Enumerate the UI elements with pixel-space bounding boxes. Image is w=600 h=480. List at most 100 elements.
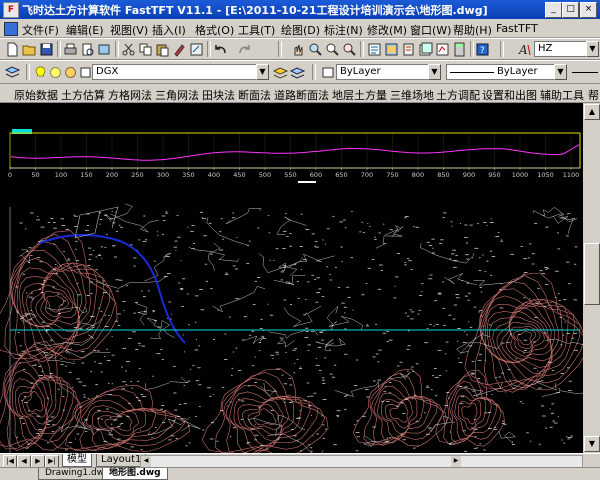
pan-icon[interactable] <box>290 41 307 58</box>
color-swatch-icon <box>320 64 337 81</box>
menu-modify[interactable]: 修改(M) <box>367 22 407 38</box>
menu-edit[interactable]: 编辑(E) <box>66 22 104 38</box>
minimize-button[interactable]: _ <box>545 2 562 18</box>
linetype-sample <box>450 72 494 73</box>
profile-tick-label: 500 <box>259 171 271 179</box>
menu-aux-tools[interactable]: 辅助工具 <box>540 87 584 103</box>
text-style-icon[interactable]: A <box>516 41 533 58</box>
drawing-canvas[interactable]: 0 50 100 150 200 250 300 350 400 450 500 550 600 650 7… <box>0 103 600 453</box>
profile-tick-label: 0 <box>8 171 12 179</box>
menu-tools[interactable]: 工具(T) <box>238 22 275 38</box>
text-style-combo[interactable]: HZ <box>534 41 588 57</box>
chevron-down-icon[interactable]: ▼ <box>586 41 599 57</box>
color-combo[interactable]: ByLayer <box>336 64 428 80</box>
sheet-set-icon[interactable] <box>417 41 434 58</box>
profile-tick-label: 900 <box>463 171 475 179</box>
menu-field-method[interactable]: 田块法 <box>202 87 235 103</box>
title-bar: F 飞时达土方计算软件 FastTFT V11.1 - [E:\2011-10-… <box>0 0 600 19</box>
menu-file[interactable]: 文件(F) <box>22 22 59 38</box>
menu-3d-site[interactable]: 三维场地 <box>390 87 434 103</box>
zoom-window-icon[interactable] <box>324 41 341 58</box>
profile-tick-label: 750 <box>386 171 398 179</box>
tool-palettes-icon[interactable] <box>400 41 417 58</box>
layer-previous-icon[interactable] <box>289 64 306 81</box>
vertical-scrollbar[interactable]: ▲ ▼ <box>583 103 600 453</box>
menu-dimension[interactable]: 标注(N) <box>324 22 363 38</box>
make-object-layer-current-icon[interactable] <box>272 64 289 81</box>
menu-settings-output[interactable]: 设置和出图 <box>482 87 537 103</box>
fasttft-menu-bar: 原始数据 土方估算 方格网法 三角网法 田块法 断面法 道路断面法 地层土方量 … <box>0 84 600 103</box>
copy-icon[interactable] <box>137 41 154 58</box>
block-editor-icon[interactable] <box>188 41 205 58</box>
menu-view[interactable]: 视图(V) <box>110 22 148 38</box>
drawing-area[interactable]: 0 50 100 150 200 250 300 350 400 450 500 550 600 650 7… <box>0 103 583 453</box>
profile-tick-label: 350 <box>182 171 194 179</box>
scroll-down-icon[interactable]: ▼ <box>584 436 600 452</box>
chevron-down-icon[interactable]: ▼ <box>428 64 441 80</box>
properties-icon[interactable] <box>366 41 383 58</box>
svg-text:?: ? <box>480 46 485 56</box>
doc-tab-dixingtu[interactable]: 地形图.dwg <box>102 468 168 480</box>
cut-icon[interactable] <box>120 41 137 58</box>
menu-format[interactable]: 格式(O) <box>195 22 234 38</box>
menu-draw[interactable]: 绘图(D) <box>281 22 320 38</box>
scroll-left-icon[interactable]: ◀ <box>141 456 151 467</box>
lineweight-sample[interactable] <box>572 72 598 73</box>
print-preview-icon[interactable] <box>79 41 96 58</box>
tab-layout1[interactable]: Layout1 <box>96 454 147 467</box>
design-center-icon[interactable] <box>383 41 400 58</box>
menu-road-section-method[interactable]: 道路断面法 <box>274 87 329 103</box>
menu-window[interactable]: 窗口(W) <box>410 22 451 38</box>
menu-section-method[interactable]: 断面法 <box>238 87 271 103</box>
profile-tick-label: 300 <box>157 171 169 179</box>
profile-tick-label: 850 <box>437 171 449 179</box>
scroll-thumb[interactable] <box>584 243 600 305</box>
menu-help[interactable]: 帮助(H) <box>453 22 492 38</box>
layer-manager-icon[interactable] <box>4 64 21 81</box>
menu-earthwork-allocation[interactable]: 土方调配 <box>436 87 480 103</box>
save-icon[interactable] <box>38 41 55 58</box>
menu-earthwork-estimate[interactable]: 土方估算 <box>61 87 105 103</box>
scroll-right-icon[interactable]: ▶ <box>451 456 461 467</box>
menu-bar: 文件(F) 编辑(E) 视图(V) 插入(I) 格式(O) 工具(T) 绘图(D… <box>0 20 600 38</box>
print-icon[interactable] <box>62 41 79 58</box>
profile-axis-labels: 0 50 100 150 200 250 300 350 400 450 500 550 600 650 7… <box>8 168 579 179</box>
profile-tick-label: 100 <box>55 171 67 179</box>
profile-tick-label: 400 <box>208 171 220 179</box>
profile-tick-label: 1100 <box>563 171 580 179</box>
open-file-icon[interactable] <box>21 41 38 58</box>
menu-stratum-volume[interactable]: 地层土方量 <box>332 87 387 103</box>
menu-fasttft[interactable]: FastTFT <box>496 22 538 35</box>
menu-triangle-method[interactable]: 三角网法 <box>155 87 199 103</box>
menu-original-data[interactable]: 原始数据 <box>14 87 58 103</box>
match-properties-icon[interactable] <box>171 41 188 58</box>
standard-toolbar: ? A HZ ▼ <box>0 38 600 60</box>
profile-tick-label: 50 <box>31 171 39 179</box>
zoom-realtime-icon[interactable] <box>307 41 324 58</box>
app-icon[interactable]: F <box>3 2 19 18</box>
maximize-button[interactable]: □ <box>562 2 579 18</box>
new-file-icon[interactable] <box>4 41 21 58</box>
tab-model[interactable]: 模型 <box>62 454 92 467</box>
menu-insert[interactable]: 插入(I) <box>152 22 186 38</box>
chevron-down-icon[interactable]: ▼ <box>256 64 269 80</box>
svg-text:A: A <box>518 43 528 57</box>
close-button[interactable]: × <box>580 2 597 18</box>
calculator-icon[interactable] <box>451 41 468 58</box>
menu-grid-method[interactable]: 方格网法 <box>108 87 152 103</box>
layer-combo[interactable]: DGX <box>92 64 256 80</box>
profile-tick-label: 650 <box>335 171 347 179</box>
splitter-handle[interactable] <box>298 181 316 183</box>
profile-tick-label: 550 <box>284 171 296 179</box>
help-icon[interactable]: ? <box>474 41 491 58</box>
redo-icon[interactable] <box>236 41 253 58</box>
chevron-down-icon[interactable]: ▼ <box>554 64 567 80</box>
undo-icon[interactable] <box>212 41 229 58</box>
zoom-previous-icon[interactable] <box>341 41 358 58</box>
publish-icon[interactable] <box>96 41 113 58</box>
document-icon[interactable] <box>4 22 18 36</box>
menu-help-truncated[interactable]: 帮 <box>588 87 599 103</box>
paste-icon[interactable] <box>154 41 171 58</box>
scroll-up-icon[interactable]: ▲ <box>584 104 600 120</box>
markup-icon[interactable] <box>434 41 451 58</box>
